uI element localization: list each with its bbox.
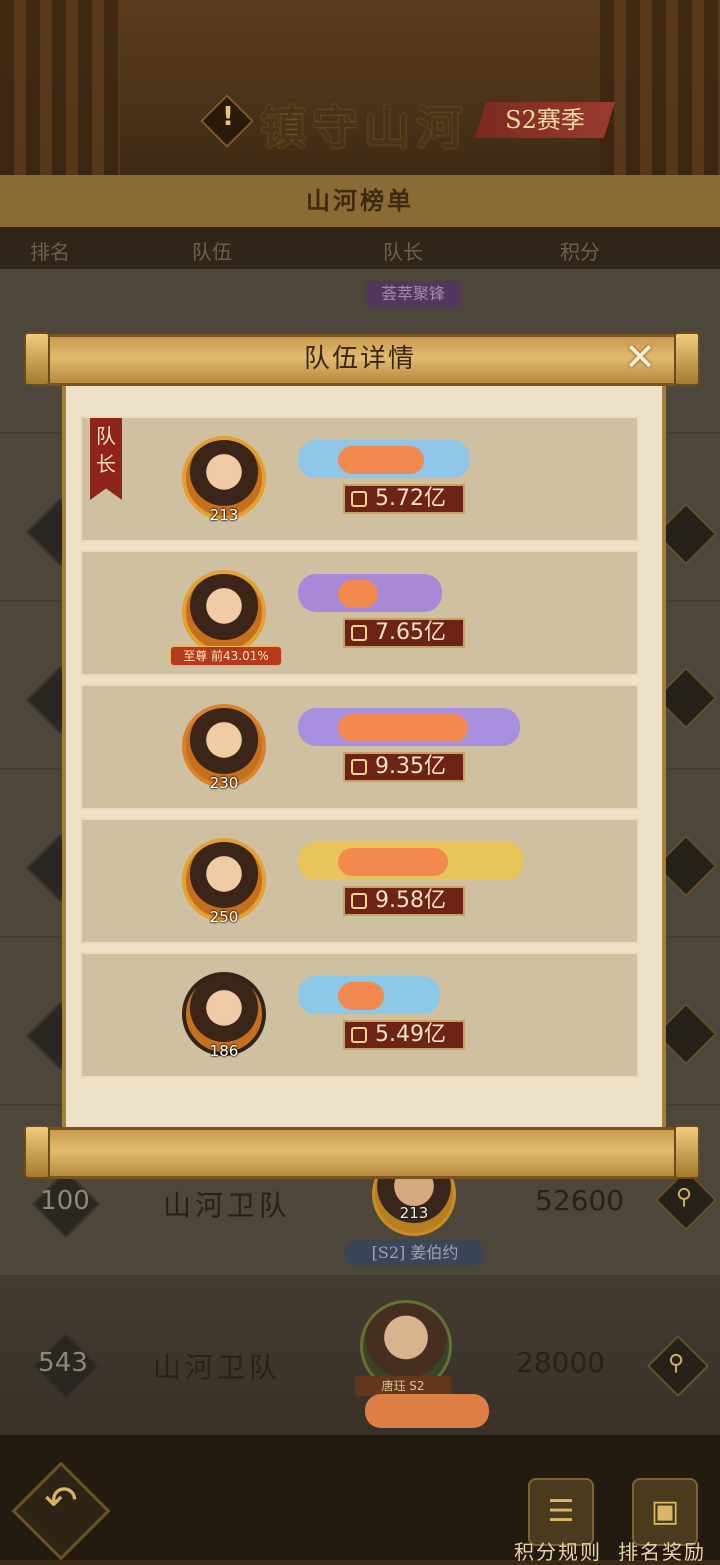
- member-level: 230: [209, 774, 239, 792]
- member-power: 7.65亿: [343, 618, 465, 648]
- member-power: 9.58亿: [343, 886, 465, 916]
- member-level: 213: [209, 506, 239, 524]
- member-power-value: 9.35亿: [375, 754, 446, 779]
- column-rank: 排名: [30, 240, 70, 264]
- member-power: 9.35亿: [343, 752, 465, 782]
- power-shield-icon: [351, 759, 367, 775]
- member-power: 5.49亿: [343, 1020, 465, 1050]
- column-captain: 队长: [383, 240, 423, 264]
- exclamation-icon[interactable]: !: [216, 102, 240, 132]
- modal-title: 队伍详情: [303, 344, 416, 374]
- redacted-member-name: [338, 714, 468, 742]
- member-level: 250: [209, 908, 239, 926]
- treasure-chest-icon: ▣: [650, 1494, 680, 1529]
- power-shield-icon: [351, 893, 367, 909]
- scroll-knob: [674, 1125, 700, 1179]
- column-score: 积分: [560, 240, 600, 264]
- column-team: 队伍: [192, 240, 232, 264]
- season-badge: S2赛季: [475, 102, 615, 138]
- member-card[interactable]: [80, 416, 639, 542]
- power-shield-icon: [351, 491, 367, 507]
- redacted-member-name: [338, 848, 448, 876]
- member-power: 5.72亿: [343, 484, 465, 514]
- member-card[interactable]: [80, 818, 639, 944]
- curtain-left: [0, 0, 120, 175]
- member-power-value: 9.58亿: [375, 888, 446, 913]
- header-scene: ! 镇守山河 S2赛季: [0, 0, 720, 175]
- member-rank-title-tag: 至尊 前43.01%: [170, 646, 282, 666]
- board-title: 山河榜单: [0, 175, 720, 227]
- scroll-knob: [24, 1125, 50, 1179]
- member-card[interactable]: [80, 550, 639, 676]
- close-icon[interactable]: ✕: [619, 336, 661, 378]
- scroll-icon: ☰: [547, 1494, 575, 1529]
- member-level: 186: [209, 1042, 239, 1060]
- scroll-rod-bottom: [40, 1127, 680, 1179]
- member-avatar[interactable]: [182, 570, 266, 654]
- captain-label: 队长: [90, 418, 122, 500]
- page-title: 镇守山河: [260, 101, 468, 155]
- column-headers: 排名 队伍 队长 积分: [0, 227, 720, 269]
- redacted-member-name: [338, 446, 424, 474]
- score-rules-label: 积分规则: [514, 1540, 602, 1564]
- member-card[interactable]: [80, 684, 639, 810]
- redacted-member-name: [338, 982, 384, 1010]
- rank-rewards-label: 排名奖励: [618, 1540, 706, 1564]
- back-arrow-icon: ↶: [44, 1478, 78, 1524]
- power-shield-icon: [351, 1027, 367, 1043]
- redacted-member-name: [338, 580, 378, 608]
- member-power-value: 5.72亿: [375, 486, 446, 511]
- member-power-value: 7.65亿: [375, 620, 446, 645]
- power-shield-icon: [351, 625, 367, 641]
- curtain-right: [600, 0, 720, 175]
- member-power-value: 5.49亿: [375, 1022, 446, 1047]
- member-card[interactable]: [80, 952, 639, 1078]
